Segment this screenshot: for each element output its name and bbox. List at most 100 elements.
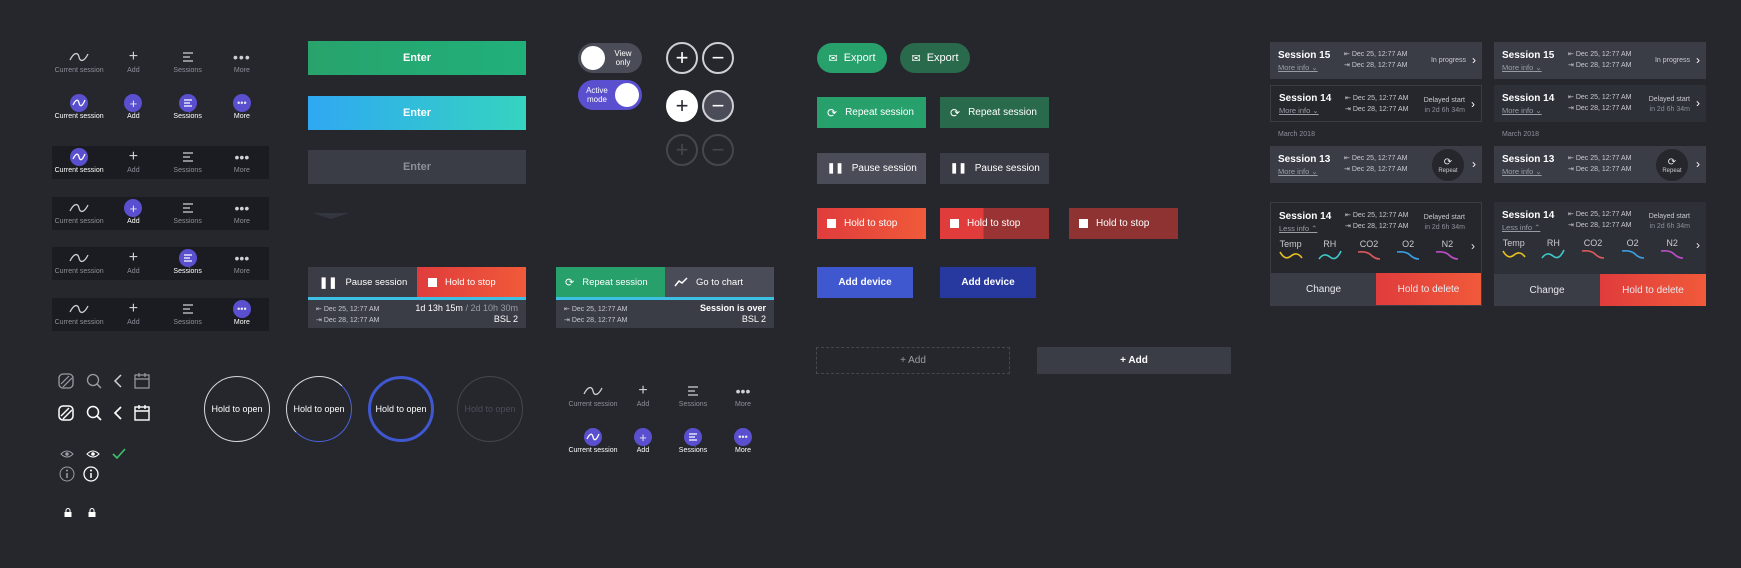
add-button[interactable]: + Add — [1037, 347, 1231, 374]
chevron-left-icon[interactable] — [113, 404, 123, 422]
metric-o2[interactable]: O2 — [1621, 238, 1645, 260]
minus-round-button-disabled[interactable]: − — [702, 134, 734, 166]
pause-session-button[interactable]: ❚❚ Pause session — [817, 153, 926, 184]
eye-icon[interactable] — [60, 449, 74, 459]
tab-current-session[interactable]: Current session — [568, 426, 618, 459]
tab-more[interactable]: ••• More — [215, 298, 269, 331]
info-icon[interactable] — [59, 466, 75, 482]
tab-sessions[interactable]: Sessions — [161, 92, 215, 125]
tab-current-session[interactable]: Current session — [52, 298, 106, 331]
enter-button-gradient[interactable]: Enter — [308, 96, 526, 130]
session-card[interactable]: Session 13 More info ⌄ ⇤ Dec 25, 12:77 AM… — [1494, 146, 1706, 183]
repeat-session-round-button[interactable]: ⟳ Repeat — [1432, 149, 1464, 181]
toggle-view-only[interactable]: View only — [578, 43, 642, 73]
tab-add[interactable]: + Add — [106, 247, 160, 280]
more-info-link[interactable]: More info ⌄ — [1502, 63, 1554, 72]
repeat-session-button-pressed[interactable]: ⟳ Repeat session — [940, 97, 1049, 128]
session-card[interactable]: Session 14 More info ⌄ ⇤ Dec 25, 12:77 AM… — [1494, 85, 1706, 122]
chevron-left-icon[interactable] — [113, 372, 123, 390]
session-card[interactable]: Session 15 More info ⌄ ⇤ Dec 25, 12:77 AM… — [1270, 42, 1482, 79]
chevron-right-icon[interactable]: › — [1696, 238, 1700, 252]
session-card[interactable]: Session 14 More info ⌄ ⇤ Dec 25, 12:77 AM… — [1270, 85, 1482, 122]
plus-round-button[interactable]: + — [666, 42, 698, 74]
chevron-right-icon[interactable]: › — [1696, 96, 1700, 110]
tab-sessions[interactable]: Sessions — [161, 146, 215, 179]
search-icon[interactable] — [85, 372, 103, 390]
plus-round-button-disabled[interactable]: + — [666, 134, 698, 166]
tab-add[interactable]: + Add — [618, 380, 668, 413]
metric-temp[interactable]: Temp — [1278, 239, 1303, 261]
hold-to-delete-button[interactable]: Hold to delete — [1376, 273, 1481, 305]
tab-add[interactable]: + Add — [106, 146, 160, 179]
metric-n2[interactable]: N2 — [1660, 238, 1684, 260]
hold-to-stop-button[interactable]: Hold to stop — [417, 267, 526, 297]
chevron-right-icon[interactable]: › — [1696, 53, 1700, 67]
repeat-session-round-button[interactable]: ⟳ Repeat — [1656, 149, 1688, 181]
pattern-icon[interactable] — [57, 404, 75, 422]
info-icon[interactable] — [83, 466, 99, 482]
chevron-right-icon[interactable]: › — [1472, 53, 1476, 67]
change-button[interactable]: Change — [1271, 273, 1376, 305]
less-info-link[interactable]: Less info ⌃ — [1502, 223, 1554, 232]
pause-session-button-pressed[interactable]: ❚❚ Pause session — [940, 153, 1049, 184]
hold-to-open-button[interactable]: Hold to open — [204, 376, 270, 442]
tab-current-session[interactable]: Current session — [52, 197, 106, 230]
hold-to-stop-button-progress[interactable]: Hold to stop — [940, 208, 1049, 239]
add-device-button[interactable]: Add device — [817, 267, 913, 298]
tab-current-session[interactable]: Current session — [52, 46, 106, 79]
enter-button-disabled[interactable]: Enter — [308, 150, 526, 184]
tab-current-session[interactable]: Current session — [52, 146, 106, 179]
hold-to-stop-button[interactable]: Hold to stop — [817, 208, 926, 239]
tab-more[interactable]: ••• More — [215, 92, 269, 125]
tab-current-session[interactable]: Current session — [568, 380, 618, 413]
tab-more[interactable]: ••• More — [215, 197, 269, 230]
more-info-link[interactable]: More info ⌄ — [1278, 167, 1330, 176]
tab-add[interactable]: + Add — [106, 298, 160, 331]
tab-sessions[interactable]: Sessions — [668, 380, 718, 413]
tab-add[interactable]: + Add — [618, 426, 668, 459]
metric-co2[interactable]: CO2 — [1581, 238, 1605, 260]
hold-to-open-button-complete[interactable]: Hold to open — [368, 376, 434, 442]
tab-current-session[interactable]: Current session — [52, 247, 106, 280]
enter-button[interactable]: Enter — [308, 41, 526, 75]
toggle-active-mode[interactable]: Active mode — [578, 80, 642, 110]
tab-add[interactable]: + Add — [106, 46, 160, 79]
metric-co2[interactable]: CO2 — [1357, 239, 1381, 261]
search-icon[interactable] — [85, 404, 103, 422]
minus-round-button-active[interactable]: − — [702, 90, 734, 122]
go-to-chart-button[interactable]: Go to chart — [665, 267, 774, 297]
more-info-link[interactable]: More info ⌄ — [1278, 63, 1330, 72]
session-card[interactable]: Session 13 More info ⌄ ⇤ Dec 25, 12:77 AM… — [1270, 146, 1482, 183]
tab-more[interactable]: ••• More — [215, 46, 269, 79]
more-info-link[interactable]: More info ⌄ — [1502, 106, 1554, 115]
chevron-right-icon[interactable]: › — [1471, 97, 1475, 111]
tab-more[interactable]: ••• More — [718, 426, 768, 459]
tab-sessions[interactable]: Sessions — [161, 298, 215, 331]
change-button[interactable]: Change — [1494, 274, 1600, 306]
repeat-session-button[interactable]: ⟳ Repeat session — [556, 267, 665, 297]
hold-to-open-button-progress[interactable]: Hold to open — [286, 376, 352, 442]
export-button-pressed[interactable]: ✉ Export — [900, 43, 970, 73]
metric-rh[interactable]: RH — [1318, 239, 1342, 261]
tab-more[interactable]: ••• More — [215, 146, 269, 179]
more-info-link[interactable]: More info ⌄ — [1502, 167, 1554, 176]
hold-to-stop-button-pressed[interactable]: Hold to stop — [1069, 208, 1178, 239]
add-button-dashed[interactable]: + Add — [816, 347, 1010, 374]
session-card[interactable]: Session 15 More info ⌄ ⇤ Dec 25, 12:77 AM… — [1494, 42, 1706, 79]
metric-temp[interactable]: Temp — [1502, 238, 1526, 260]
tab-add[interactable]: + Add — [106, 197, 160, 230]
add-device-button-pressed[interactable]: Add device — [940, 267, 1036, 298]
export-button[interactable]: ✉ Export — [817, 43, 887, 73]
tab-sessions[interactable]: Sessions — [161, 247, 215, 280]
chevron-right-icon[interactable]: › — [1696, 157, 1700, 171]
calendar-icon[interactable] — [133, 404, 151, 422]
tab-more[interactable]: ••• More — [215, 247, 269, 280]
hold-to-delete-button[interactable]: Hold to delete — [1600, 274, 1706, 306]
minus-round-button[interactable]: − — [702, 42, 734, 74]
eye-icon[interactable] — [86, 449, 100, 459]
pattern-icon[interactable] — [57, 372, 75, 390]
metric-n2[interactable]: N2 — [1435, 239, 1459, 261]
hold-to-open-button-disabled[interactable]: Hold to open — [457, 376, 523, 442]
tab-sessions[interactable]: Sessions — [161, 46, 215, 79]
less-info-link[interactable]: Less info ⌃ — [1279, 224, 1331, 233]
